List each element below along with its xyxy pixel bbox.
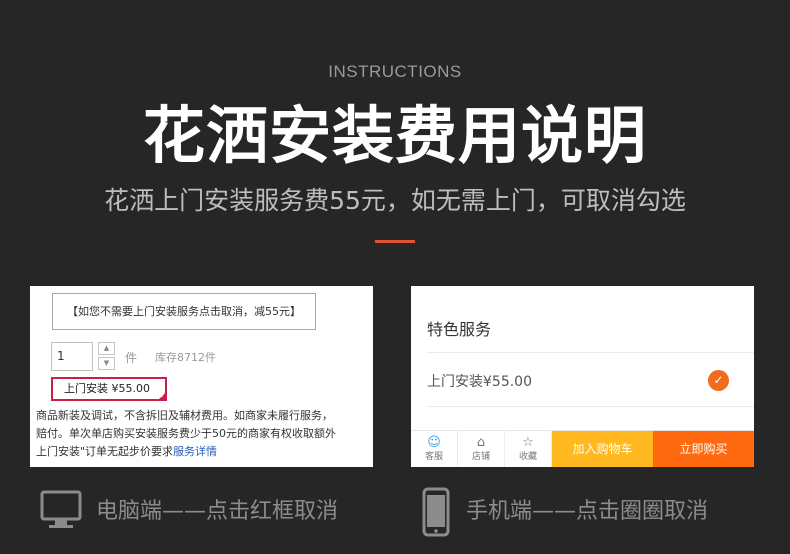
bottom-action-bar: ☺ 客服 ⌂ 店铺 ☆ 收藏 加入购物车 立即购买 bbox=[411, 430, 754, 467]
tab-favorite[interactable]: ☆ 收藏 bbox=[505, 431, 552, 467]
add-to-cart-button[interactable]: 加入购物车 bbox=[552, 431, 653, 467]
desktop-monitor-icon bbox=[40, 490, 82, 528]
description-line: 赔付。单次单店购买安装服务费少于50元的商家有权收取额外 bbox=[36, 427, 336, 440]
description-line: 商品新装及调试，不含拆旧及辅材费用。如商家未履行服务， bbox=[36, 409, 333, 422]
mobile-caption: 手机端——点击圈圈取消 bbox=[466, 499, 709, 524]
tab-label: 收藏 bbox=[518, 452, 537, 462]
instructions-kicker: INSTRUCTIONS bbox=[328, 62, 462, 81]
tab-customer-service[interactable]: ☺ 客服 bbox=[411, 431, 458, 467]
page-subtitle: 花洒上门安装服务费55元，如无需上门，可取消勾选 bbox=[104, 186, 686, 215]
divider bbox=[427, 352, 754, 353]
tab-label: 客服 bbox=[424, 452, 443, 462]
quantity-unit: 件 bbox=[125, 351, 138, 365]
page-title: 花洒安装费用说明 bbox=[142, 99, 647, 172]
special-service-title: 特色服务 bbox=[427, 320, 492, 339]
stock-count: 库存8712件 bbox=[155, 351, 216, 364]
service-details-link[interactable]: 服务详情 bbox=[173, 445, 217, 458]
cancel-notice-box: 【如您不需要上门安装服务点击取消，减55元】 bbox=[52, 293, 316, 330]
divider bbox=[427, 406, 754, 407]
service-description: 商品新装及调试，不含拆旧及辅材费用。如商家未履行服务， 赔付。单次单店购买安装服… bbox=[36, 407, 373, 461]
install-option-label: 上门安装 ¥55.00 bbox=[64, 382, 150, 395]
customer-service-icon: ☺ bbox=[427, 435, 441, 450]
star-icon: ☆ bbox=[522, 435, 534, 450]
install-service-option[interactable]: 上门安装 ¥55.00 ✓ bbox=[51, 377, 167, 401]
quantity-decrease-button[interactable]: ▼ bbox=[98, 357, 115, 370]
desktop-preview-panel: 【如您不需要上门安装服务点击取消，减55元】 1 ▲ ▼ 件 库存8712件 上… bbox=[30, 286, 373, 467]
desktop-caption: 电脑端——点击红框取消 bbox=[96, 499, 339, 524]
description-line: 上门安装"订单无起步价要求服务详情 bbox=[36, 445, 218, 458]
store-icon: ⌂ bbox=[476, 435, 486, 450]
buy-now-button[interactable]: 立即购买 bbox=[653, 431, 754, 467]
quantity-increase-button[interactable]: ▲ bbox=[98, 342, 115, 355]
accent-divider bbox=[375, 240, 415, 243]
check-circle-icon[interactable]: ✓ bbox=[708, 370, 729, 391]
tab-label: 店铺 bbox=[471, 452, 490, 462]
install-service-label: 上门安装¥55.00 bbox=[427, 374, 532, 390]
smartphone-icon bbox=[422, 487, 450, 537]
quantity-input[interactable]: 1 bbox=[51, 342, 93, 371]
tab-store[interactable]: ⌂ 店铺 bbox=[458, 431, 505, 467]
mobile-preview-panel: 特色服务 上门安装¥55.00 ✓ ☺ 客服 ⌂ 店铺 ☆ 收藏 加入购物车 立… bbox=[411, 286, 754, 467]
check-icon: ✓ bbox=[159, 393, 165, 400]
